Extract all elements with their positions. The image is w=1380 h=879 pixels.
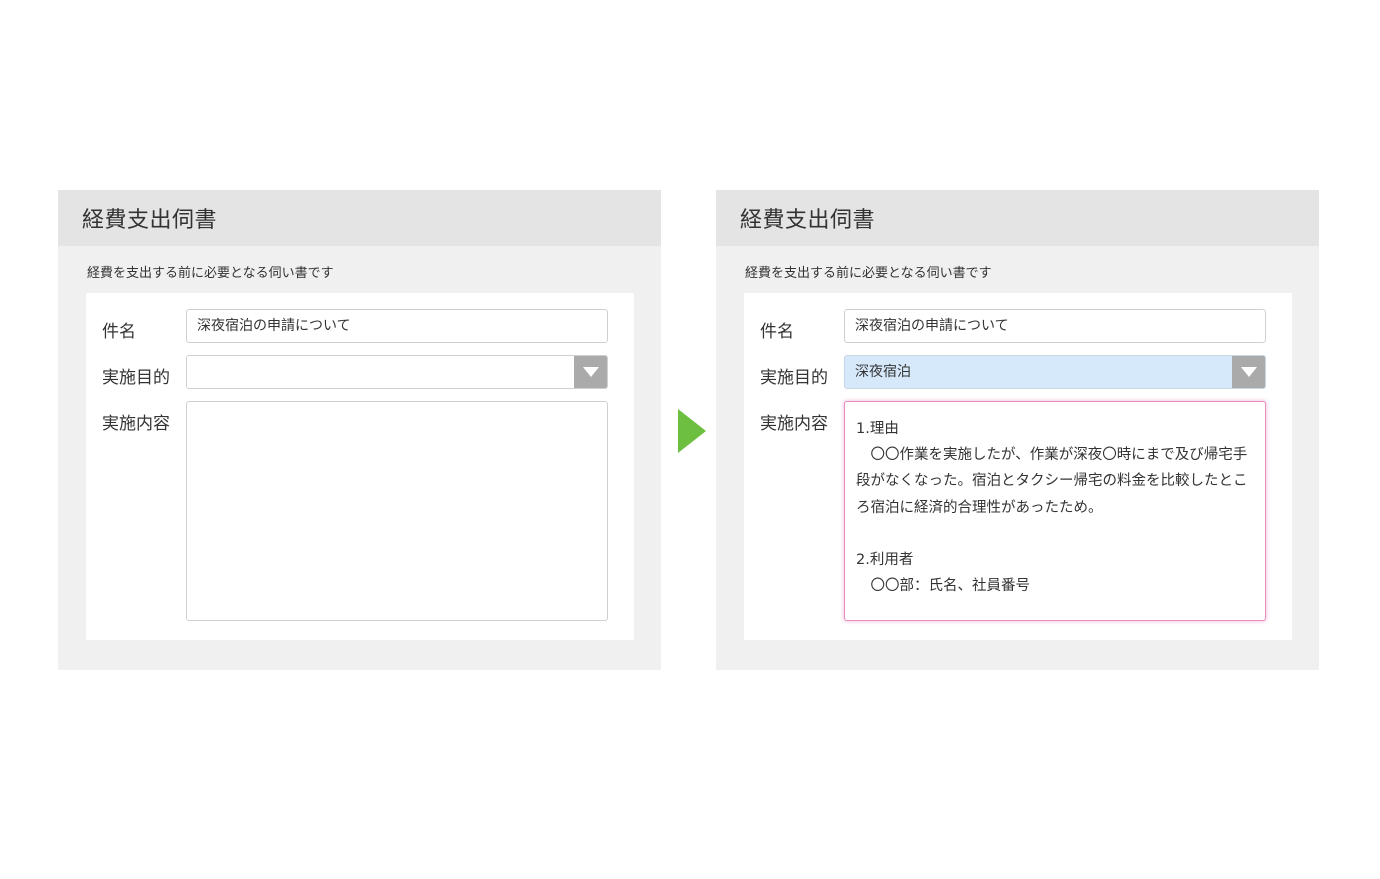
page-title: 経費支出伺書 — [740, 208, 876, 233]
form-card: 件名 深夜宿泊の申請について 実施目的 実施内容 — [86, 293, 634, 640]
subject-label: 件名 — [102, 322, 136, 342]
form-panel-after: 経費支出伺書 経費を支出する前に必要となる伺い書です 件名 深夜宿泊の申請につい… — [716, 190, 1319, 670]
purpose-label: 実施目的 — [760, 368, 828, 388]
form-panel-before: 経費支出伺書 経費を支出する前に必要となる伺い書です 件名 深夜宿泊の申請につい… — [58, 190, 661, 670]
content-label: 実施内容 — [760, 414, 828, 434]
subject-input[interactable]: 深夜宿泊の申請について — [186, 309, 608, 343]
content-textarea[interactable] — [186, 401, 608, 621]
play-arrow-icon — [678, 409, 706, 453]
panel-header: 経費支出伺書 — [716, 190, 1319, 246]
form-description: 経費を支出する前に必要となる伺い書です — [745, 266, 992, 281]
purpose-select[interactable] — [186, 355, 608, 389]
form-card: 件名 深夜宿泊の申請について 実施目的 深夜宿泊 実施内容 1.理由 〇〇作業を… — [744, 293, 1292, 640]
content-textarea[interactable]: 1.理由 〇〇作業を実施したが、作業が深夜〇時にまで及び帰宅手段がなくなった。宿… — [844, 401, 1266, 621]
purpose-select[interactable]: 深夜宿泊 — [844, 355, 1266, 389]
subject-input[interactable]: 深夜宿泊の申請について — [844, 309, 1266, 343]
dropdown-arrow-button[interactable] — [574, 356, 607, 388]
purpose-select-value: 深夜宿泊 — [855, 364, 911, 380]
dropdown-arrow-button[interactable] — [1232, 356, 1265, 388]
comparison-stage: 経費支出伺書 経費を支出する前に必要となる伺い書です 件名 深夜宿泊の申請につい… — [0, 0, 1380, 879]
page-title: 経費支出伺書 — [82, 208, 218, 233]
form-description: 経費を支出する前に必要となる伺い書です — [87, 266, 334, 281]
panel-header: 経費支出伺書 — [58, 190, 661, 246]
subject-label: 件名 — [760, 322, 794, 342]
chevron-down-icon — [582, 367, 599, 377]
content-label: 実施内容 — [102, 414, 170, 434]
purpose-label: 実施目的 — [102, 368, 170, 388]
chevron-down-icon — [1240, 367, 1257, 377]
content-textarea-text: 1.理由 〇〇作業を実施したが、作業が深夜〇時にまで及び帰宅手段がなくなった。宿… — [856, 421, 1248, 595]
content-textarea-text — [187, 402, 607, 416]
